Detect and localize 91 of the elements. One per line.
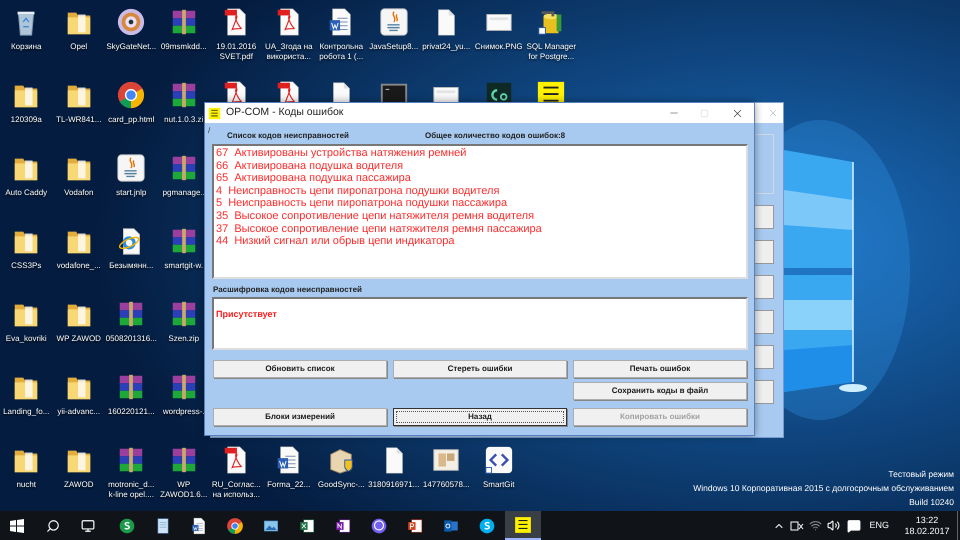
error-code-item[interactable]: 67 Активированы устройства натяжения ремней — [216, 147, 746, 160]
desktop-icon-label[interactable]: 120309a — [10, 115, 42, 125]
error-code-item[interactable]: 65 Активирована подушка пассажира — [216, 172, 746, 185]
error-code-list[interactable] — [212, 144, 748, 279]
desktop-icon-label[interactable]: 160220121... — [108, 407, 155, 417]
desktop-icon-label[interactable]: card_pp.html — [108, 115, 154, 125]
task-view-icon[interactable] — [81, 518, 95, 532]
desktop-icon-label[interactable]: nucht — [16, 480, 36, 490]
desktop-icon-label[interactable]: smartgit-w. — [164, 261, 204, 271]
decode-textbox[interactable]: Присутствует — [212, 297, 748, 350]
desktop-icon-label[interactable]: start.jnlp — [116, 188, 146, 198]
desktop-icon-label[interactable]: Auto Caddy — [5, 188, 48, 198]
desktop-icon-label[interactable]: privat24_yu... — [422, 42, 470, 52]
chrome-icon — [226, 516, 244, 534]
desktop-icon-label[interactable]: Eva_kovriki — [6, 334, 47, 344]
desktop-icon-label[interactable]: Корзина — [11, 42, 42, 52]
desktop-icon-label[interactable]: SmartGit — [482, 480, 515, 490]
desktop-icon-label[interactable]: Снимок.PNG — [474, 42, 523, 52]
network-icon[interactable] — [790, 520, 804, 532]
error-code-item[interactable]: 35 Высокое сопротивление цепи натяжителя ремня водителя — [216, 210, 746, 223]
watermark-text: Build 10240 — [909, 496, 954, 509]
error-code-item[interactable]: 37 Высокое сопротивление цепи натяжителя ремня пассажира — [216, 222, 746, 236]
code-brackets-icon[interactable] — [484, 445, 514, 475]
desktop-icon-label[interactable]: 19.01.2016 SVET.pdf — [210, 42, 262, 62]
desktop-icon-label[interactable]: motronic_d... k-line opel.... — [105, 480, 158, 500]
volume-icon[interactable] — [827, 519, 840, 532]
desktop-icon-label[interactable]: WP ZAWOD1.6... — [158, 480, 210, 500]
desktop-icon-label[interactable]: Безымянн... — [109, 261, 154, 271]
desktop-icon-label[interactable]: vodafone_... — [56, 261, 101, 271]
error-code-item[interactable]: 44 Низкий сигнал или обрыв цепи индикатора — [216, 235, 746, 248]
desktop-icon-label[interactable]: GoodSync-... — [318, 480, 365, 490]
desktop-icon-label[interactable]: Forma_22... — [267, 480, 310, 490]
decode-label: Расшифровка кодов неисправностей — [213, 285, 363, 295]
notification-icon[interactable] — [847, 518, 862, 532]
watermark-text: Тестовый режим — [888, 468, 954, 481]
desktop-icon-label[interactable]: 147760578... — [422, 480, 470, 490]
phone-app-icon — [370, 516, 388, 534]
opcom-app-icon — [208, 106, 221, 120]
count-label: Общее количество кодов ошибок:8 — [425, 130, 566, 142]
chat-app-icon — [478, 516, 496, 534]
desktop-icon-label[interactable]: UA_Згода на використа... — [262, 42, 315, 62]
dialog-button[interactable]: Назад — [393, 408, 567, 426]
window-title: OP-COM - Коды ошибок — [226, 105, 344, 120]
decode-text: Присутствует — [216, 309, 277, 319]
clock[interactable]: 13:22 18.02.2017 — [899, 514, 955, 536]
desktop-icon-label[interactable]: Szen.zip — [168, 334, 200, 344]
dialog-button[interactable]: Обновить список — [213, 360, 387, 378]
taskbar-app[interactable] — [505, 511, 541, 540]
desktop-icon-label[interactable]: TL-WR841... — [56, 115, 102, 125]
java-cup-icon[interactable] — [378, 7, 409, 37]
dialog-button[interactable]: Блоки измерений — [213, 408, 387, 426]
list-label: Список кодов неисправностей — [227, 130, 350, 142]
marker-text: / — [208, 127, 210, 135]
desktop-icon-label[interactable]: Opel — [70, 42, 88, 52]
desktop-icon-label[interactable]: nut.1.0.3.zi — [164, 115, 204, 125]
desktop-icon-label[interactable]: yii-advanc... — [57, 407, 100, 417]
desktop-icon-label[interactable]: Vodafon — [64, 188, 94, 198]
error-code-item[interactable]: 66 Активирована подушка водителя — [216, 160, 746, 172]
error-code-item[interactable]: 5 Неисправность цепи пиропатрона подушки пассажира — [216, 197, 746, 210]
language-indicator[interactable]: ENG — [869, 518, 889, 532]
desktop-icon-label[interactable]: 0508201316... — [106, 334, 157, 344]
desktop-icon-label[interactable]: RU_Соглас... на использ... — [210, 480, 262, 500]
presentation-icon — [406, 516, 424, 534]
search-icon[interactable] — [46, 518, 60, 532]
dialog-button[interactable]: Сохранить коды в файл — [573, 382, 747, 400]
desktop-icon-label[interactable]: Контрольна робота 1 (... — [315, 42, 368, 62]
desktop-icon-label[interactable]: JavaSetup8... — [369, 42, 418, 52]
desktop-icon-label[interactable]: pgmanage.. — [162, 188, 205, 198]
desktop-icon-label[interactable]: wordpress-. — [162, 407, 205, 417]
desktop-icon-label[interactable]: ZAWOD — [64, 480, 94, 490]
show-desktop-button[interactable] — [957, 511, 960, 540]
desktop-icon-label[interactable]: 09msmkdd... — [160, 42, 207, 52]
desktop-icon-label[interactable]: SQL Manager for Postgre... — [525, 42, 578, 62]
desktop-icon-label[interactable]: Landing_fo... — [3, 407, 50, 417]
desktop-icon-label[interactable]: WP ZAWOD — [56, 334, 101, 344]
chrome-icon[interactable] — [116, 80, 146, 110]
dialog-button[interactable]: Стереть ошибки — [393, 360, 567, 378]
spreadsheet-icon — [298, 516, 316, 534]
word-document-icon — [190, 516, 208, 534]
error-code-item[interactable]: 4 Неисправность цепи пиропатрона подушки водителя — [216, 184, 746, 198]
disc-icon[interactable] — [116, 7, 146, 37]
watermark-text: Windows 10 Корпоративная 2015 с долгосрочным обслуживанием — [693, 482, 954, 495]
notebook-icon — [334, 516, 352, 534]
desktop-icon-label[interactable]: SkyGateNet... — [106, 42, 156, 52]
desktop-icon-label[interactable]: CSS3Ps — [11, 261, 42, 271]
java-cup-icon[interactable] — [116, 153, 146, 183]
start-icon[interactable] — [10, 518, 24, 532]
desktop-icon-label[interactable]: 3180916971... — [368, 480, 420, 490]
opcom-app-icon — [514, 516, 532, 534]
app-icon — [118, 516, 136, 534]
dialog-button[interactable]: Печать ошибок — [573, 360, 747, 378]
